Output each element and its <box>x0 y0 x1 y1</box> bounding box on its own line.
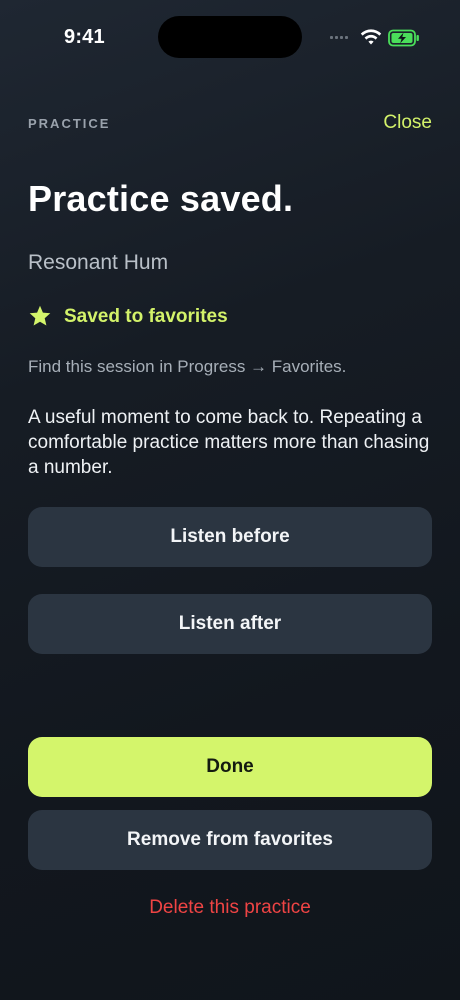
encouragement-message: A useful moment to come back to. Repeati… <box>28 407 430 478</box>
practice-name: Resonant Hum <box>28 251 169 274</box>
listen-after-button[interactable]: Listen after <box>28 594 432 654</box>
battery-charging-icon <box>388 29 419 47</box>
listen-before-button[interactable]: Listen before <box>28 507 432 567</box>
status-bar: 9:41 <box>0 0 460 76</box>
wifi-icon <box>360 29 382 45</box>
favorite-status: Saved to favorites <box>28 305 228 328</box>
star-icon <box>29 305 51 326</box>
favorite-status-label: Saved to favorites <box>64 305 228 327</box>
delete-practice-button[interactable]: Delete this practice <box>0 897 460 919</box>
remove-from-favorites-button[interactable]: Remove from favorites <box>28 810 432 870</box>
status-time: 9:41 <box>64 26 105 48</box>
close-button[interactable]: Close <box>383 112 432 134</box>
header: PRACTICE Close <box>28 112 432 134</box>
favorites-hint: Find this session in Progress → Favorite… <box>28 357 347 376</box>
section-eyebrow: PRACTICE <box>28 115 111 131</box>
cellular-signal-icon <box>330 36 348 39</box>
done-button[interactable]: Done <box>28 737 432 797</box>
dynamic-island <box>158 16 302 58</box>
page-title: Practice saved. <box>28 178 294 219</box>
